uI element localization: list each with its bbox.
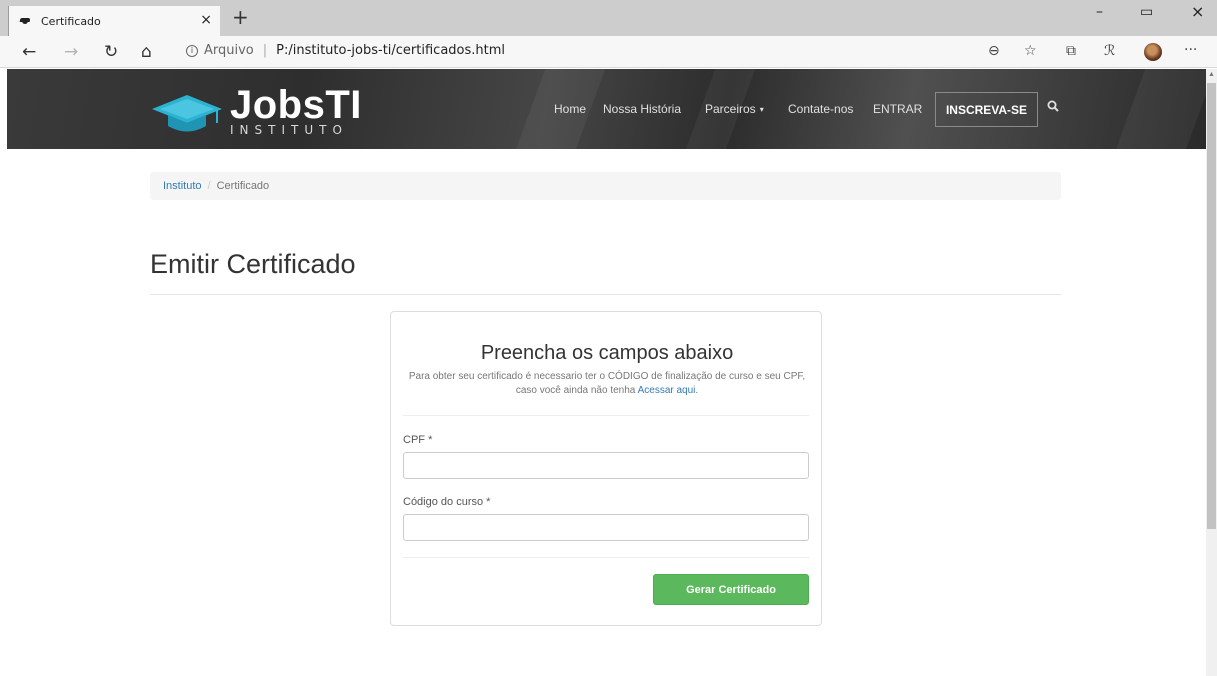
minimize-icon[interactable]: – — [1096, 4, 1103, 20]
certificate-form: Preencha os campos abaixo Para obter seu… — [390, 311, 822, 626]
generate-certificate-button[interactable]: Gerar Certificado — [653, 574, 809, 605]
more-icon[interactable]: ··· — [1184, 42, 1197, 58]
nav-history[interactable]: Nossa História — [603, 102, 681, 116]
url-text[interactable]: P:/instituto-jobs-ti/certificados.html — [276, 43, 505, 58]
nav-home[interactable]: Home — [554, 102, 586, 116]
new-tab-icon[interactable]: + — [232, 6, 249, 28]
read-aloud-icon[interactable]: ℛ — [1104, 43, 1115, 59]
site-header: JobsTI INSTITUTO Home Nossa História Par… — [7, 69, 1206, 149]
form-description-end: . — [695, 385, 699, 396]
site-info-icon[interactable]: i — [186, 44, 198, 57]
course-code-input[interactable] — [403, 514, 809, 541]
brand-name: JobsTI — [230, 83, 362, 127]
tab-close-icon[interactable]: × — [200, 12, 212, 28]
form-divider — [403, 415, 809, 416]
title-divider — [150, 294, 1061, 295]
scroll-up-icon[interactable]: ▲ — [1208, 71, 1215, 78]
page-scrollbar[interactable]: ▲ — [1206, 69, 1217, 676]
cpf-label: CPF * — [403, 434, 432, 446]
tab-title: Certificado — [41, 14, 101, 28]
address-bar[interactable]: i Arquivo | P:/instituto-jobs-ti/certifi… — [186, 43, 505, 58]
header-decoration — [1101, 69, 1206, 149]
nav-login[interactable]: ENTRAR — [873, 102, 922, 116]
graduation-cap-icon — [152, 95, 222, 132]
breadcrumb-root-link[interactable]: Instituto — [163, 180, 202, 192]
course-code-label-text: Código do curso — [403, 496, 484, 508]
protocol-label: Arquivo — [204, 43, 254, 58]
window-close-icon[interactable]: × — [1191, 2, 1204, 21]
collections-icon[interactable]: ⧉ — [1066, 43, 1076, 59]
address-separator: | — [262, 43, 268, 58]
course-code-label: Código do curso * — [403, 496, 490, 508]
breadcrumb-separator: / — [207, 180, 211, 192]
restore-icon[interactable]: ▭ — [1140, 4, 1153, 20]
favorite-star-icon[interactable]: ☆ — [1024, 43, 1037, 59]
forward-icon[interactable]: → — [64, 42, 78, 62]
signup-button[interactable]: INSCREVA-SE — [935, 92, 1038, 127]
brand-subtitle: INSTITUTO — [230, 123, 348, 137]
zoom-icon[interactable]: ⊖ — [988, 43, 1000, 59]
home-icon[interactable]: ⌂ — [141, 42, 152, 62]
form-description-text: Para obter seu certificado é necessario … — [408, 371, 806, 396]
profile-avatar[interactable] — [1144, 43, 1162, 61]
form-heading: Preencha os campos abaixo — [480, 342, 734, 364]
form-divider — [403, 557, 809, 558]
cpf-input[interactable] — [403, 452, 809, 479]
search-icon[interactable] — [1047, 99, 1059, 117]
back-icon[interactable]: ← — [22, 42, 36, 62]
required-mark: * — [486, 496, 491, 508]
cpf-label-text: CPF — [403, 434, 425, 446]
access-here-link[interactable]: Acessar aqui — [638, 385, 696, 396]
browser-tab-strip: Certificado × + – ▭ × — [0, 0, 1217, 36]
graduation-cap-favicon-icon — [19, 17, 31, 25]
breadcrumb: Instituto / Certificado — [150, 172, 1061, 200]
breadcrumb-current: Certificado — [216, 180, 270, 192]
reload-icon[interactable]: ↻ — [104, 42, 118, 62]
browser-tab[interactable]: Certificado × — [8, 6, 220, 36]
chevron-down-icon: ▾ — [759, 105, 764, 115]
nav-partners[interactable]: Parceiros ▾ — [705, 102, 764, 116]
site-logo[interactable]: JobsTI INSTITUTO — [152, 83, 361, 141]
form-description: Para obter seu certificado é necessario … — [403, 370, 811, 398]
scrollbar-thumb[interactable] — [1207, 83, 1216, 529]
nav-contact[interactable]: Contate-nos — [788, 102, 853, 116]
page-title: Emitir Certificado — [150, 249, 356, 279]
required-mark: * — [428, 434, 433, 446]
nav-partners-label: Parceiros — [705, 102, 756, 116]
browser-toolbar: ← → ↻ ⌂ i Arquivo | P:/instituto-jobs-ti… — [0, 36, 1217, 68]
